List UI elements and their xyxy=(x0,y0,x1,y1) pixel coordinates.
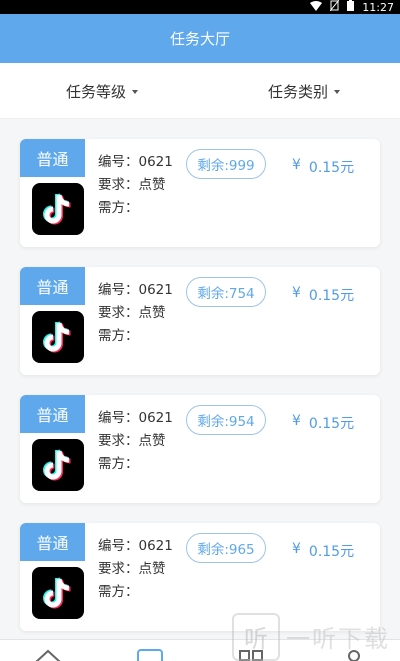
tiktok-icon xyxy=(32,439,84,491)
page-title: 任务大厅 xyxy=(169,30,230,48)
task-category-label: 任务类别 xyxy=(268,82,329,101)
task-tier-badge: 普通 xyxy=(20,523,85,561)
task-owner-label: 需方： xyxy=(98,456,139,472)
task-id-value: 0621 xyxy=(138,154,173,170)
price-value: 0.15元 xyxy=(308,416,355,432)
wifi-icon xyxy=(310,0,323,14)
task-id-value: 0621 xyxy=(138,282,173,298)
task-info: 编号： 0621 要求： 点赞 需方： xyxy=(98,279,173,348)
tasks-icon[interactable] xyxy=(136,648,164,661)
remaining-badge: 剩余:954 xyxy=(186,405,266,435)
task-id-label: 编号： xyxy=(98,154,139,170)
watermark: 听 一听下载 xyxy=(232,612,400,661)
currency-symbol: ¥ xyxy=(292,157,301,173)
task-requirement-label: 要求： xyxy=(98,305,139,321)
page-header: 任务大厅 xyxy=(0,14,400,63)
task-card[interactable]: 普通 编号： 0621 要求： 点赞 需方： 剩余:754 ¥ 0.15元 xyxy=(20,267,380,375)
task-card[interactable]: 普通 编号： 0621 要求： 点赞 需方： 剩余:999 ¥ 0.15元 xyxy=(20,139,380,247)
task-requirement-value: 点赞 xyxy=(138,433,166,449)
task-tier-badge: 普通 xyxy=(20,267,85,305)
task-owner-label: 需方： xyxy=(98,584,139,600)
price-value: 0.15元 xyxy=(308,288,355,304)
tiktok-icon xyxy=(32,183,84,235)
task-id-label: 编号： xyxy=(98,282,139,298)
task-owner-label: 需方： xyxy=(98,328,139,344)
price-value: 0.15元 xyxy=(308,160,355,176)
task-requirement-value: 点赞 xyxy=(138,177,166,193)
task-tier-badge: 普通 xyxy=(20,395,85,433)
price-value: 0.15元 xyxy=(308,544,355,560)
status-time: 11:27 xyxy=(362,0,394,14)
task-tier-badge: 普通 xyxy=(20,139,85,177)
task-info: 编号： 0621 要求： 点赞 需方： xyxy=(98,535,173,604)
task-requirement-value: 点赞 xyxy=(138,305,166,321)
task-requirement-label: 要求： xyxy=(98,177,139,193)
caret-down-icon xyxy=(334,90,341,94)
tiktok-icon xyxy=(32,311,84,363)
caret-down-icon xyxy=(132,90,139,94)
remaining-badge: 剩余:999 xyxy=(186,149,266,179)
currency-symbol: ¥ xyxy=(292,413,301,429)
filter-bar: 任务等级 任务类别 xyxy=(0,63,400,119)
currency-symbol: ¥ xyxy=(292,285,301,301)
task-requirement-label: 要求： xyxy=(98,433,139,449)
remaining-badge: 剩余:965 xyxy=(186,533,266,563)
task-list: 普通 编号：0621 要求：点赞 需方： 剩余:999 ¥ 0.15元 普通 xyxy=(0,119,400,639)
task-id-label: 编号： xyxy=(98,538,139,554)
task-price: ¥ 0.15元 xyxy=(292,285,354,305)
currency-symbol: ¥ xyxy=(292,541,301,557)
battery-icon xyxy=(347,0,355,14)
task-level-filter[interactable]: 任务等级 xyxy=(66,63,139,119)
status-bar: 11:27 xyxy=(0,0,400,14)
task-category-filter[interactable]: 任务类别 xyxy=(268,63,341,119)
task-info: 编号： 0621 要求： 点赞 需方： xyxy=(98,151,173,220)
watermark-text: 一听下载 xyxy=(286,625,390,653)
task-requirement-value: 点赞 xyxy=(138,561,166,577)
no-sim-icon xyxy=(329,0,340,14)
task-owner-label: 需方： xyxy=(98,200,139,216)
task-card[interactable]: 普通 编号： 0621 要求： 点赞 需方： 剩余:954 ¥ 0.15元 xyxy=(20,395,380,503)
task-info: 编号： 0621 要求： 点赞 需方： xyxy=(98,407,173,476)
task-price: ¥ 0.15元 xyxy=(292,413,354,433)
task-id-value: 0621 xyxy=(138,410,173,426)
task-price: ¥ 0.15元 xyxy=(292,157,354,177)
tiktok-icon xyxy=(32,567,84,619)
task-id-value: 0621 xyxy=(138,538,173,554)
remaining-badge: 剩余:754 xyxy=(186,277,266,307)
watermark-logo: 听 xyxy=(232,612,280,661)
home-icon[interactable] xyxy=(34,648,62,661)
task-level-label: 任务等级 xyxy=(66,82,127,101)
task-requirement-label: 要求： xyxy=(98,561,139,577)
task-price: ¥ 0.15元 xyxy=(292,541,354,561)
task-id-label: 编号： xyxy=(98,410,139,426)
